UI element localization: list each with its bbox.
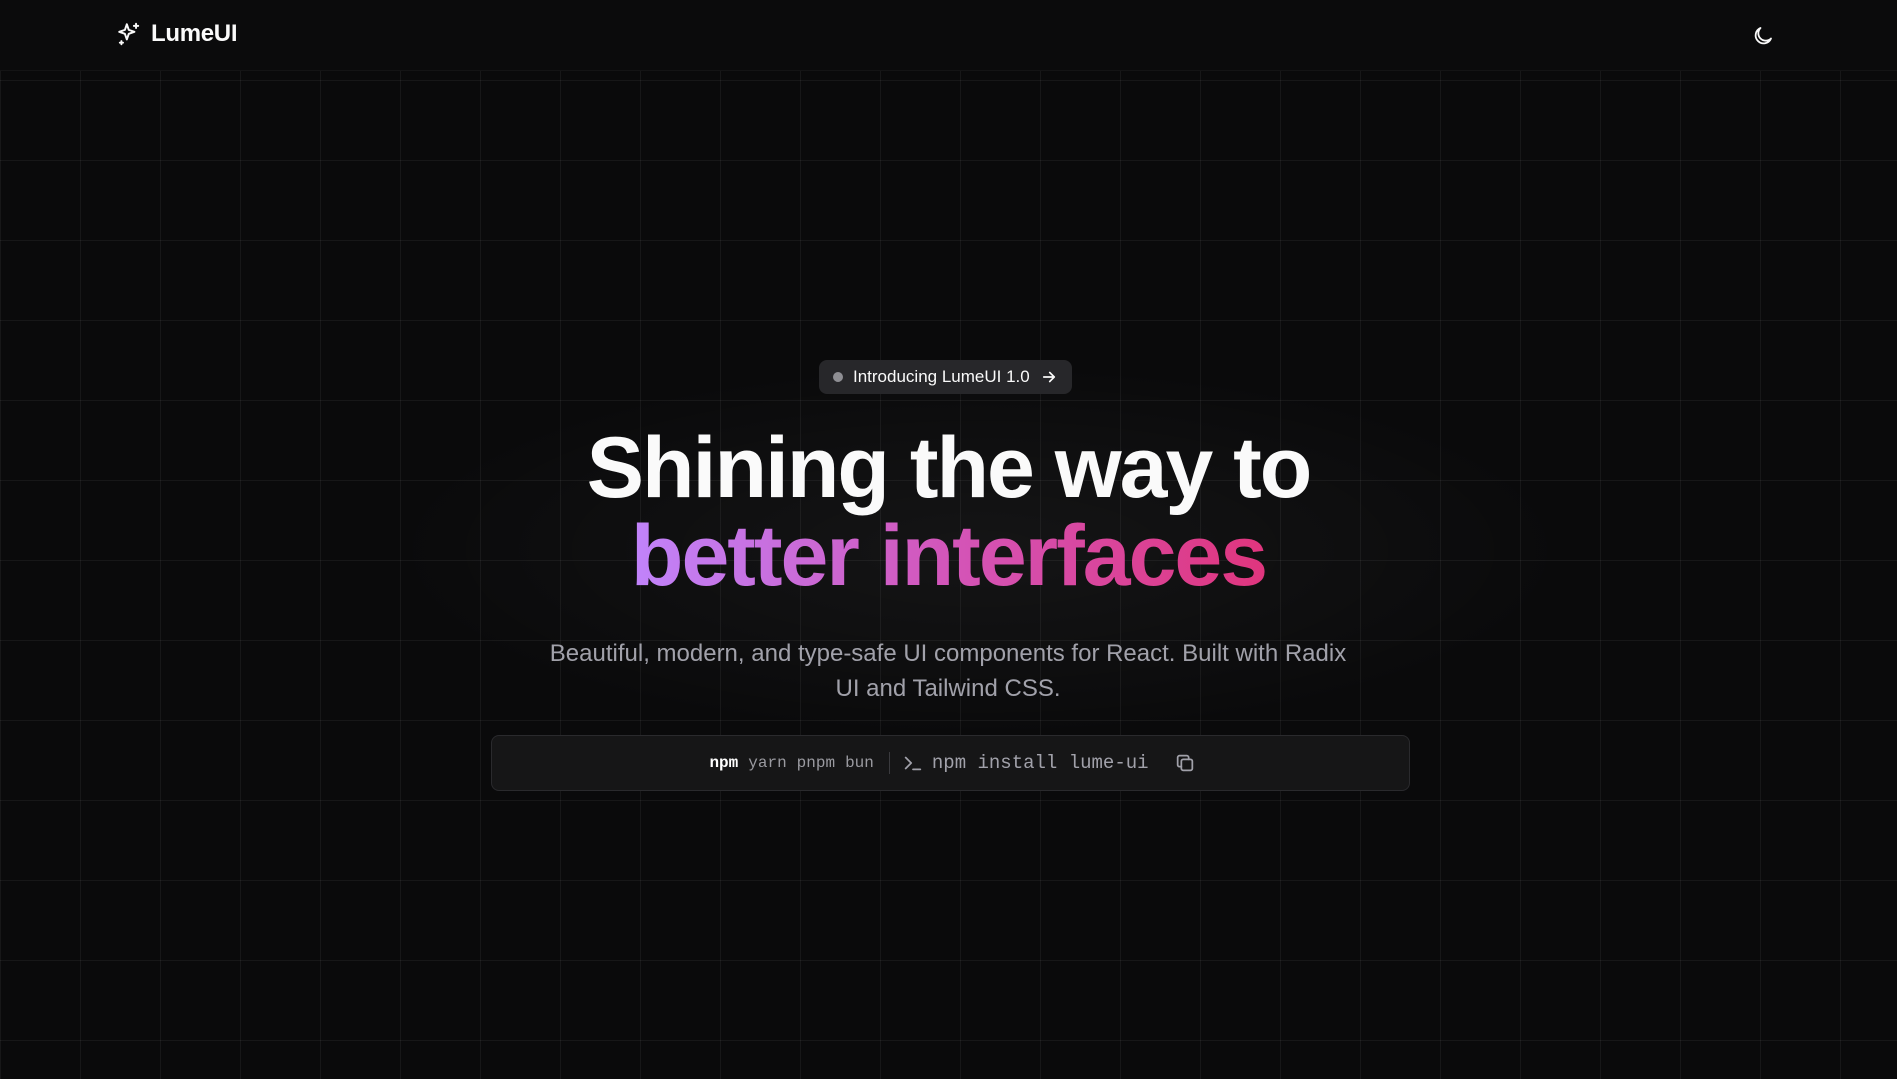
tab-yarn[interactable]: yarn <box>743 754 791 772</box>
hero-subtitle: Beautiful, modern, and type-safe UI comp… <box>549 640 1347 702</box>
headline-line-2-gradient: better interfaces <box>627 512 1270 600</box>
terminal-prompt-icon <box>902 752 924 774</box>
copy-icon <box>1174 752 1196 774</box>
brand-logo-link[interactable]: LumeUI <box>116 20 238 48</box>
hero-headline: Shining the way to better interfaces <box>0 424 1897 600</box>
tab-bun[interactable]: bun <box>840 754 879 772</box>
copy-button[interactable] <box>1173 751 1197 775</box>
install-command-box: npm yarn pnpm bun npm install lume-ui <box>491 735 1410 791</box>
top-navbar: LumeUI <box>0 0 1897 71</box>
package-manager-tabs: npm yarn pnpm bun <box>704 754 878 772</box>
install-command: npm install lume-ui <box>931 752 1149 774</box>
divider <box>888 752 890 774</box>
tab-npm[interactable]: npm <box>704 754 743 772</box>
status-dot <box>833 372 843 382</box>
headline-line-1: Shining the way to <box>586 420 1313 516</box>
landing-page: LumeUI Introducing LumeUI 1.0 Shining th… <box>0 0 1897 1079</box>
sparkles-icon <box>116 21 142 47</box>
announcement-badge[interactable]: Introducing LumeUI 1.0 <box>819 360 1072 394</box>
arrow-right-icon <box>1040 368 1058 386</box>
announcement-label: Introducing LumeUI 1.0 <box>853 367 1030 386</box>
tab-pnpm[interactable]: pnpm <box>792 754 840 772</box>
moon-icon <box>1751 24 1775 48</box>
brand-name: LumeUI <box>151 20 238 47</box>
theme-toggle-button[interactable] <box>1748 21 1778 51</box>
